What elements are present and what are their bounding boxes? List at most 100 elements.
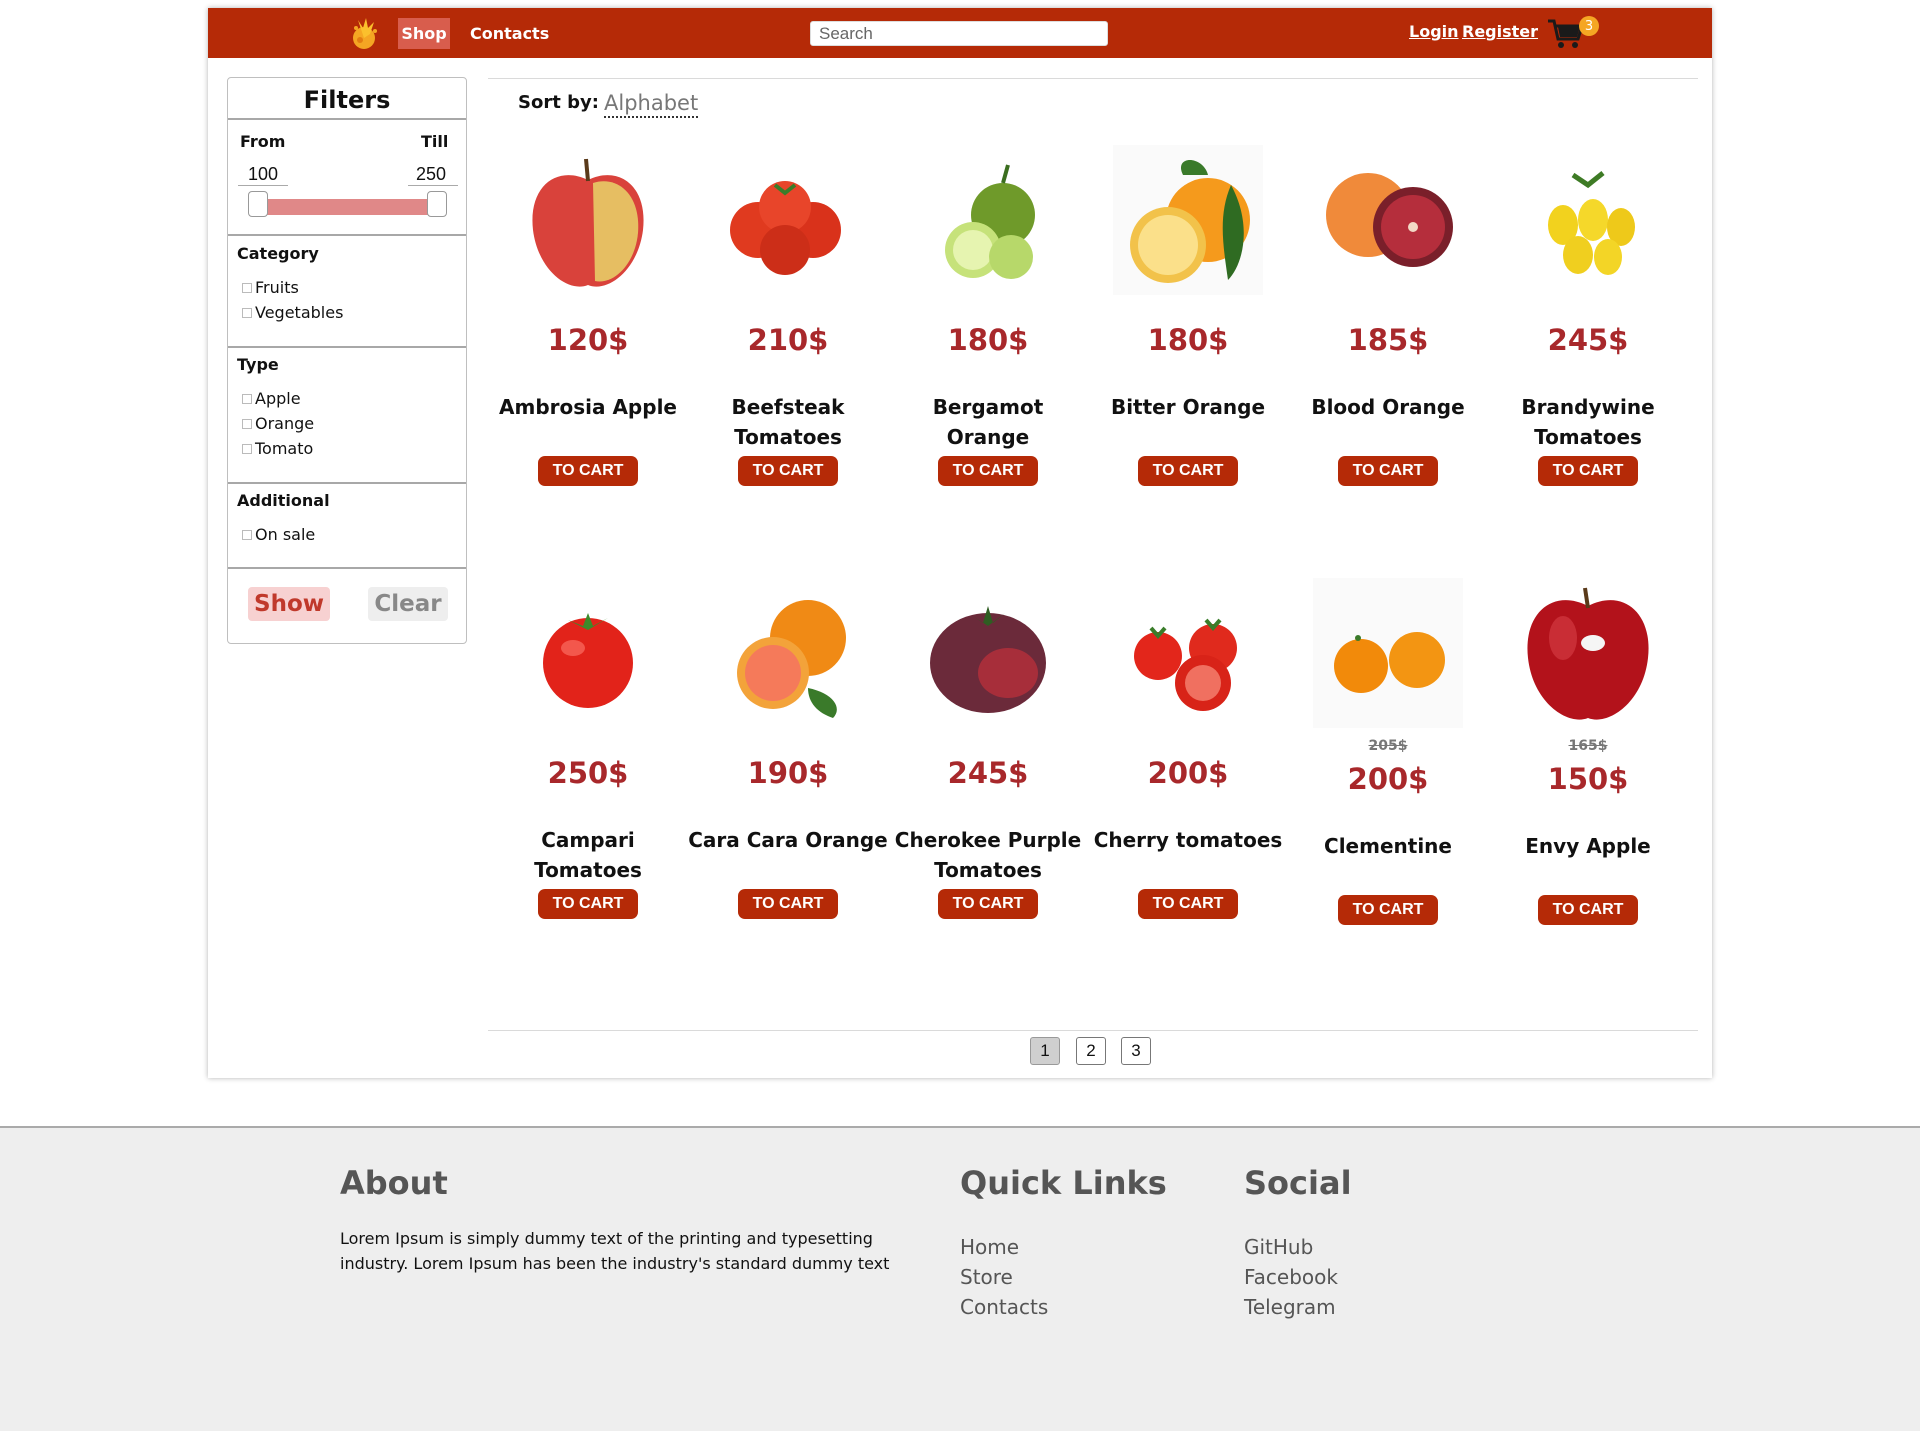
nav-contacts-link[interactable]: Contacts xyxy=(470,18,549,49)
register-link[interactable]: Register xyxy=(1462,22,1538,41)
filters-panel: Filters From Till 100 250 Category Fruit… xyxy=(227,77,467,644)
to-cart-button[interactable]: TO CART xyxy=(1338,895,1438,925)
to-cart-button[interactable]: TO CART xyxy=(1138,889,1238,919)
to-cart-button[interactable]: TO CART xyxy=(1138,456,1238,486)
divider xyxy=(488,1030,1698,1031)
to-cart-button[interactable]: TO CART xyxy=(1538,895,1638,925)
clear-button[interactable]: Clear xyxy=(368,587,448,621)
price-range-max-handle[interactable] xyxy=(427,191,447,217)
to-cart-button[interactable]: TO CART xyxy=(538,456,638,486)
footer-social-title: Social xyxy=(1244,1164,1352,1202)
nav-shop-link[interactable]: Shop xyxy=(398,18,450,49)
product-name[interactable]: Ambrosia Apple xyxy=(488,392,688,422)
product-image[interactable] xyxy=(913,145,1063,295)
to-cart-button[interactable]: TO CART xyxy=(938,889,1038,919)
to-cart-button[interactable]: TO CART xyxy=(738,456,838,486)
product-old-price: 205$ xyxy=(1368,738,1408,754)
checkbox-box[interactable] xyxy=(242,307,252,318)
type-apple-checkbox[interactable]: Apple xyxy=(242,389,301,408)
product-image[interactable] xyxy=(1113,145,1263,295)
product-image[interactable] xyxy=(1513,145,1663,295)
footer-link-store[interactable]: Store xyxy=(960,1265,1013,1289)
product-image[interactable] xyxy=(1113,578,1263,728)
checkbox-box[interactable] xyxy=(242,418,252,429)
product-image[interactable] xyxy=(1513,578,1663,728)
to-cart-button[interactable]: TO CART xyxy=(938,456,1038,486)
footer-link-facebook[interactable]: Facebook xyxy=(1244,1265,1338,1289)
checkbox-box[interactable] xyxy=(242,282,252,293)
product-price: 210$ xyxy=(747,323,829,357)
product-price: 120$ xyxy=(547,323,629,357)
login-link[interactable]: Login xyxy=(1409,22,1459,41)
product-name[interactable]: Clementine xyxy=(1288,831,1488,861)
product-price: 200$ xyxy=(1147,756,1229,790)
product-price: 245$ xyxy=(947,756,1029,790)
checkbox-label: Apple xyxy=(255,389,301,408)
product-price: 245$ xyxy=(1547,323,1629,357)
additional-label: Additional xyxy=(237,491,330,510)
product-name[interactable]: Cherokee Purple Tomatoes xyxy=(888,825,1088,885)
to-cart-button[interactable]: TO CART xyxy=(538,889,638,919)
checkbox-box[interactable] xyxy=(242,529,252,540)
checkbox-label: Orange xyxy=(255,414,315,433)
page-3-button[interactable]: 3 xyxy=(1121,1037,1151,1065)
product-image[interactable] xyxy=(1313,578,1463,728)
category-vegetables-checkbox[interactable]: Vegetables xyxy=(242,303,343,322)
page-1-button[interactable]: 1 xyxy=(1030,1037,1060,1065)
product-name[interactable]: Bitter Orange xyxy=(1088,392,1288,422)
product-image[interactable] xyxy=(913,578,1063,728)
product-name[interactable]: Beefsteak Tomatoes xyxy=(688,392,888,452)
checkbox-box[interactable] xyxy=(242,443,252,454)
product-price: 190$ xyxy=(747,756,829,790)
product-name[interactable]: Blood Orange xyxy=(1288,392,1488,422)
category-fruits-checkbox[interactable]: Fruits xyxy=(242,278,299,297)
show-button[interactable]: Show xyxy=(248,587,330,621)
divider xyxy=(488,78,1698,79)
footer: About Lorem Ipsum is simply dummy text o… xyxy=(0,1126,1920,1431)
product-name[interactable]: Envy Apple xyxy=(1488,831,1688,861)
product-price: 200$ xyxy=(1347,762,1429,796)
footer-link-contacts[interactable]: Contacts xyxy=(960,1295,1048,1319)
footer-about-text: Lorem Ipsum is simply dummy text of the … xyxy=(340,1229,890,1273)
checkbox-label: Fruits xyxy=(255,278,299,297)
to-cart-button[interactable]: TO CART xyxy=(738,889,838,919)
footer-link-telegram[interactable]: Telegram xyxy=(1244,1295,1336,1319)
to-cart-button[interactable]: TO CART xyxy=(1538,456,1638,486)
divider xyxy=(238,185,288,186)
product-image[interactable] xyxy=(513,145,663,295)
product-image[interactable] xyxy=(1313,145,1463,295)
footer-link-github[interactable]: GitHub xyxy=(1244,1235,1313,1259)
product-name[interactable]: Cherry tomatoes xyxy=(1088,825,1288,855)
checkbox-box[interactable] xyxy=(242,393,252,404)
price-range-track xyxy=(254,199,444,215)
type-tomato-checkbox[interactable]: Tomato xyxy=(242,439,313,458)
type-orange-checkbox[interactable]: Orange xyxy=(242,414,314,433)
on-sale-checkbox[interactable]: On sale xyxy=(242,525,315,544)
category-label: Category xyxy=(237,244,319,263)
to-cart-button[interactable]: TO CART xyxy=(1338,456,1438,486)
product-name[interactable]: Cara Cara Orange xyxy=(688,825,888,855)
product-price: 180$ xyxy=(947,323,1029,357)
divider xyxy=(228,234,466,236)
sort-dropdown[interactable]: Alphabet xyxy=(604,90,699,118)
divider xyxy=(228,567,466,569)
product-image[interactable] xyxy=(713,145,863,295)
product-name[interactable]: Brandywine Tomatoes xyxy=(1488,392,1688,452)
product-price: 180$ xyxy=(1147,323,1229,357)
product-name[interactable]: Campari Tomatoes xyxy=(488,825,688,885)
price-from-label: From xyxy=(240,132,286,151)
logo-icon[interactable] xyxy=(344,14,384,52)
price-from-input[interactable]: 100 xyxy=(248,164,278,185)
page-2-button[interactable]: 2 xyxy=(1076,1037,1106,1065)
footer-link-home[interactable]: Home xyxy=(960,1235,1019,1259)
price-range-min-handle[interactable] xyxy=(248,191,268,217)
product-price: 150$ xyxy=(1547,762,1629,796)
divider xyxy=(228,118,466,120)
product-image[interactable] xyxy=(713,578,863,728)
search-input[interactable] xyxy=(810,21,1108,46)
filters-title: Filters xyxy=(303,86,391,114)
footer-quick-links-title: Quick Links xyxy=(960,1164,1167,1202)
price-till-input[interactable]: 250 xyxy=(416,164,446,185)
product-name[interactable]: Bergamot Orange xyxy=(888,392,1088,452)
product-image[interactable] xyxy=(513,578,663,728)
